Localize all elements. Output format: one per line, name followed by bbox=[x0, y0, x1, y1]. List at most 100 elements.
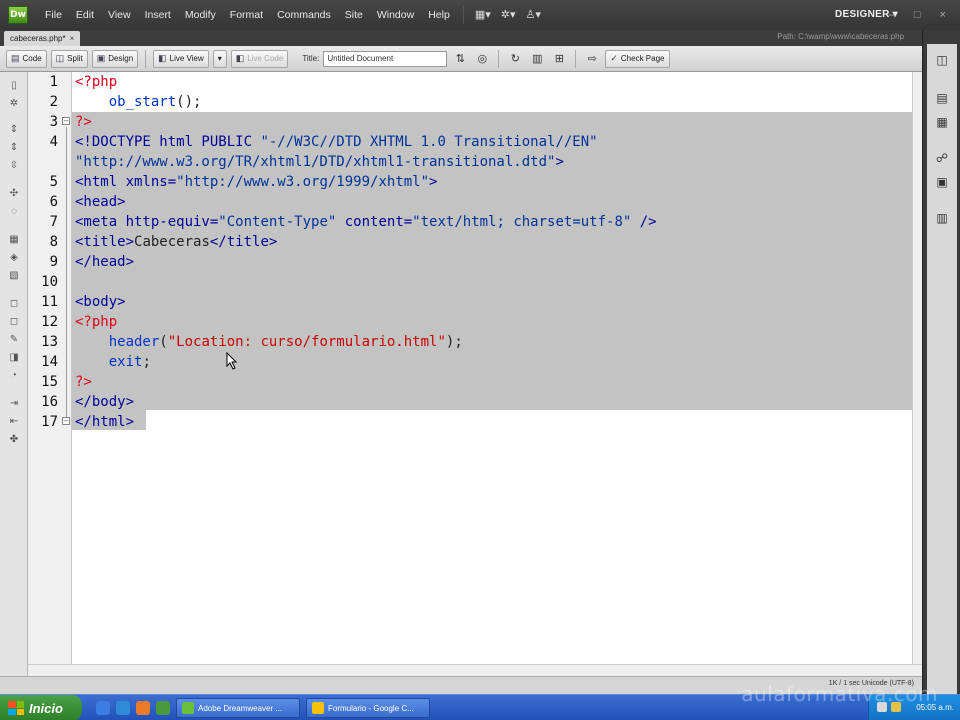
menu-edit[interactable]: Edit bbox=[69, 0, 101, 30]
remove-comment-icon[interactable]: ◻ bbox=[7, 316, 21, 328]
live-code-button[interactable]: ◧ Live Code bbox=[230, 49, 289, 68]
code-view-button[interactable]: ▤ Code bbox=[6, 49, 47, 68]
insert-panel-icon[interactable]: ◫ bbox=[933, 52, 951, 68]
code-token: ); bbox=[445, 334, 463, 350]
menu-format[interactable]: Format bbox=[223, 0, 270, 30]
taskbar-chrome[interactable]: Formulario - Google C... bbox=[306, 698, 430, 718]
site-menu-icon[interactable]: ♙▾ bbox=[520, 0, 545, 30]
watermark: aulaformativa.com bbox=[741, 682, 938, 706]
taskbar-dreamweaver[interactable]: Adobe Dreamweaver ... bbox=[176, 698, 300, 718]
menu-help[interactable]: Help bbox=[421, 0, 457, 30]
wrap-tag-icon[interactable]: ✎ bbox=[7, 334, 21, 346]
balance-braces-icon[interactable]: ◌ bbox=[7, 206, 21, 218]
live-code-label: Live Code bbox=[247, 54, 284, 63]
live-view-button[interactable]: ◧ Live View bbox=[153, 49, 209, 68]
show-code-navigator-icon[interactable]: ✲ bbox=[7, 98, 21, 110]
ap-elements-panel-icon[interactable]: ▦ bbox=[933, 114, 951, 130]
menu-modify[interactable]: Modify bbox=[178, 0, 223, 30]
code-token: Cabeceras bbox=[134, 234, 210, 250]
split-icon: ◫ bbox=[55, 53, 65, 63]
code-editor[interactable]: <?php ob_start(); ?> <!DOCTYPE html PUBL… bbox=[72, 72, 912, 664]
indent-code-icon[interactable]: ⇥ bbox=[7, 398, 21, 410]
code-token: content= bbox=[336, 214, 413, 230]
validate-icon[interactable]: ⊞ bbox=[550, 50, 568, 68]
vertical-scrollbar[interactable] bbox=[912, 72, 922, 664]
menu-commands[interactable]: Commands bbox=[270, 0, 338, 30]
menu-site[interactable]: Site bbox=[338, 0, 370, 30]
fold-toggle-icon[interactable]: − bbox=[62, 417, 70, 425]
window-controls[interactable]: – □ × bbox=[889, 0, 954, 30]
menu-file[interactable]: File bbox=[38, 0, 69, 30]
title-input[interactable] bbox=[323, 50, 448, 67]
code-line-7: <meta http-equiv="Content-Type" content=… bbox=[75, 212, 657, 232]
code-token: "-//W3C//DTD XHTML 1.0 Transitional//EN" bbox=[260, 134, 598, 150]
chrome-icon bbox=[312, 702, 324, 714]
line-numbers-icon[interactable]: ▦ bbox=[7, 234, 21, 246]
code-token: ; bbox=[142, 354, 151, 370]
recent-snippets-icon[interactable]: ◨ bbox=[7, 352, 21, 364]
media-player-icon[interactable] bbox=[136, 701, 150, 715]
menu-view[interactable]: View bbox=[101, 0, 138, 30]
expand-all-icon[interactable]: ⇳ bbox=[7, 160, 21, 172]
check-page-button[interactable]: ✓ Check Page bbox=[605, 49, 670, 68]
windows-logo-icon bbox=[8, 701, 24, 715]
live-view-label: Live View bbox=[169, 54, 204, 63]
refresh-icon[interactable]: ↻ bbox=[506, 50, 524, 68]
syntax-error-alerts-icon[interactable]: ▧ bbox=[7, 270, 21, 282]
line-number: 9 bbox=[49, 254, 58, 270]
code-token: </body> bbox=[75, 394, 135, 410]
title-label: Title: bbox=[302, 54, 320, 63]
show-desktop-icon[interactable] bbox=[96, 701, 110, 715]
apply-comment-icon[interactable]: ◻ bbox=[7, 298, 21, 310]
code-token: exit bbox=[75, 354, 143, 370]
line-number: 5 bbox=[49, 174, 58, 190]
start-button[interactable]: Inicio bbox=[0, 695, 82, 720]
code-token: <head> bbox=[75, 194, 126, 210]
files-panel-icon[interactable]: ☍ bbox=[933, 150, 951, 166]
fold-toggle-icon[interactable]: − bbox=[62, 117, 70, 125]
css-styles-panel-icon[interactable]: ▤ bbox=[933, 90, 951, 106]
internet-explorer-icon[interactable] bbox=[116, 701, 130, 715]
split-view-button[interactable]: ◫ Split bbox=[50, 49, 88, 68]
menu-insert[interactable]: Insert bbox=[138, 0, 178, 30]
file-management-icon[interactable]: ⇅ bbox=[451, 50, 469, 68]
layout-menu-icon[interactable]: ▦▾ bbox=[470, 0, 496, 30]
horizontal-scrollbar[interactable] bbox=[28, 664, 922, 676]
assets-panel-icon[interactable]: ▣ bbox=[933, 174, 951, 190]
inspect-icon[interactable]: ⇨ bbox=[583, 50, 601, 68]
document-tab[interactable]: cabeceras.php* × bbox=[4, 31, 81, 46]
move-css-icon[interactable]: ◔ bbox=[7, 370, 21, 382]
live-view-icon: ◧ bbox=[158, 53, 167, 63]
php-open-tag: <?php bbox=[75, 74, 118, 90]
menu-bar: Dw File Edit View Insert Modify Format C… bbox=[0, 0, 960, 30]
line-number: 1 bbox=[49, 74, 58, 90]
code-token: <meta http-equiv= bbox=[75, 214, 219, 230]
quicklaunch-icon[interactable] bbox=[156, 701, 170, 715]
code-line-16: </body> bbox=[75, 392, 134, 412]
design-view-button[interactable]: ▣ Design bbox=[91, 49, 139, 68]
start-label: Inicio bbox=[29, 700, 63, 716]
snippets-panel-icon[interactable]: ▥ bbox=[933, 210, 951, 226]
live-view-dropdown[interactable]: ▾ bbox=[212, 49, 227, 68]
close-icon[interactable]: × bbox=[70, 34, 75, 43]
code-line-4: <!DOCTYPE html PUBLIC "-//W3C//DTD XHTML… bbox=[75, 132, 598, 152]
line-number: 13 bbox=[41, 334, 58, 350]
highlight-invalid-code-icon[interactable]: ◈ bbox=[7, 252, 21, 264]
preview-browser-icon[interactable]: ◎ bbox=[473, 50, 491, 68]
outdent-code-icon[interactable]: ⇤ bbox=[7, 416, 21, 428]
document-tab-label: cabeceras.php* bbox=[10, 34, 66, 43]
collapse-full-tag-icon[interactable]: ⇕ bbox=[7, 124, 21, 136]
menu-window[interactable]: Window bbox=[370, 0, 421, 30]
visual-aids-icon[interactable]: ▥ bbox=[528, 50, 546, 68]
line-number: 15 bbox=[41, 374, 58, 390]
code-token: "Content-Type" bbox=[218, 214, 337, 230]
select-parent-tag-icon[interactable]: ✣ bbox=[7, 188, 21, 200]
format-source-icon[interactable]: ✤ bbox=[7, 434, 21, 446]
code-line-12: <?php bbox=[75, 312, 117, 332]
line-number: 14 bbox=[41, 354, 58, 370]
collapse-selection-icon[interactable]: ⇕ bbox=[7, 142, 21, 154]
code-line-6: <head> bbox=[75, 192, 126, 212]
extend-menu-icon[interactable]: ✲▾ bbox=[496, 0, 521, 30]
open-documents-icon[interactable]: ▯ bbox=[7, 80, 21, 92]
dreamweaver-logo-icon[interactable]: Dw bbox=[8, 6, 28, 24]
